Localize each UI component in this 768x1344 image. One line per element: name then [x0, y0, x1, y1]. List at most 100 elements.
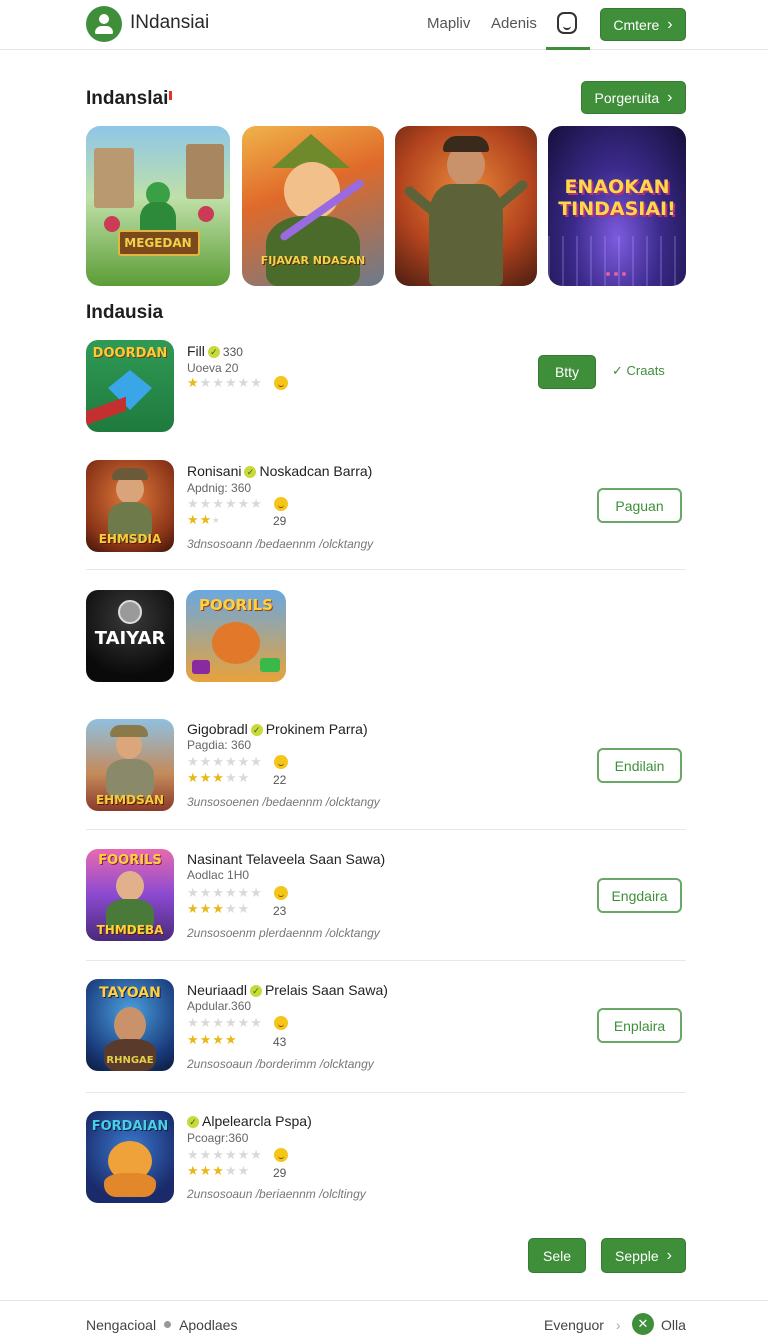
- rating-count: 29: [273, 1166, 287, 1180]
- app-description: 3dnsosoann /bedaennm /olcktangy: [187, 537, 374, 551]
- app-icon[interactable]: FORDAIAN: [86, 1111, 174, 1203]
- emoji-face-icon: [274, 886, 288, 900]
- app-icon-text: EHMSDIA: [98, 532, 162, 546]
- pagination-next-button[interactable]: Sepple ›: [601, 1238, 686, 1273]
- app-icon[interactable]: FOORILS THMDEBA: [86, 849, 174, 941]
- banner-card-4[interactable]: ENAOKAN TINDASIAI!: [548, 126, 686, 286]
- checkmark-icon: ✓: [612, 363, 627, 378]
- rating-count: 43: [273, 1035, 287, 1049]
- app-icon-text: FORDAIAN: [91, 1119, 169, 1134]
- app-action-button[interactable]: Enplaira: [597, 1008, 682, 1043]
- banner-title-2: FIJAVAR NDASAN: [260, 254, 366, 267]
- star-rating: ★★⭑: [187, 512, 221, 527]
- app-icon-text: POORILS: [199, 596, 273, 614]
- nav-tab-profile[interactable]: [546, 0, 590, 50]
- emoji-face-icon: [274, 755, 288, 769]
- nav-link-adenis[interactable]: Adenis: [491, 15, 537, 32]
- star-rating-empty: ★★★★★★: [187, 1147, 263, 1162]
- divider: [86, 569, 686, 570]
- verified-check-icon: ✓: [250, 724, 263, 736]
- app-action-button[interactable]: Paguan: [597, 488, 682, 523]
- character-head: [198, 206, 214, 222]
- app-title-text: Alpelearcla: [202, 1113, 272, 1129]
- user-avatar-logo-icon[interactable]: [86, 6, 122, 42]
- app-action-label: Endilain: [614, 757, 665, 774]
- banner-card-1[interactable]: MEGEDAN: [86, 126, 230, 286]
- app-title[interactable]: Ronisani ✓ Noskadcan Barra): [187, 463, 372, 479]
- header-cta-button[interactable]: Cmtere ›: [600, 8, 686, 41]
- app-title[interactable]: Nasinant Telaveela Saan Sawa): [187, 851, 385, 867]
- banner-card-2[interactable]: FIJAVAR NDASAN: [242, 126, 384, 286]
- chevron-right-icon: ›: [666, 1246, 672, 1264]
- app-secondary-link[interactable]: ✓ Craats: [612, 363, 665, 379]
- app-icon[interactable]: EHMSDIA: [86, 460, 174, 552]
- smiley-face-icon: [557, 12, 577, 34]
- verified-check-icon: ✓: [249, 985, 262, 997]
- app-title-text: Nasinant Telaveela: [187, 851, 306, 867]
- footer-link[interactable]: Apodlaes: [179, 1317, 237, 1333]
- chevron-right-icon: ›: [667, 88, 673, 106]
- app-icon-subtext: RHNGAE: [106, 1055, 154, 1066]
- app-icon-text: EHMDSAN: [95, 793, 165, 807]
- app-icon[interactable]: DOORDAN: [86, 340, 174, 432]
- hair-shape: [443, 136, 489, 152]
- star-rating: ★★★★★★: [187, 375, 263, 390]
- app-icon[interactable]: TAYOAN RHNGAE: [86, 979, 174, 1071]
- footer: Nengacioal Apodlaes Evenguor › ✕ Olla: [0, 1300, 768, 1344]
- app-icon[interactable]: POORILS: [186, 590, 286, 682]
- footer-link-text: Evenguor: [544, 1317, 604, 1333]
- footer-left-links: Nengacioal Apodlaes: [86, 1317, 237, 1333]
- app-icon-subtext: THMDEBA: [96, 923, 164, 937]
- character-head: [104, 216, 120, 232]
- app-primary-button[interactable]: Btty: [538, 355, 596, 389]
- app-icon[interactable]: TAIYAR: [86, 590, 174, 682]
- app-title-suffix: Prelais Saan Sawa): [264, 982, 388, 998]
- star-rating-empty: ★★★★★★: [187, 496, 263, 511]
- rating-count: 23: [273, 904, 287, 918]
- hat-shape: [110, 725, 148, 737]
- section-action-label: Porgeruita: [594, 89, 660, 106]
- app-primary-label: Btty: [554, 364, 580, 380]
- app-title-suffix: Noskadcan Barra): [259, 463, 373, 479]
- banner-title-1: MEGEDAN: [124, 236, 192, 250]
- divider: [86, 829, 686, 830]
- emoji-face-icon: [274, 1148, 288, 1162]
- carousel-dot[interactable]: [614, 272, 618, 276]
- section-action-button[interactable]: Porgeruita ›: [581, 81, 686, 114]
- app-subtitle: Pagdia: 360: [187, 738, 252, 752]
- app-title[interactable]: Gigobradl ✓ Prokinem Parra): [187, 721, 368, 737]
- emoji-face-icon: [274, 1016, 288, 1030]
- carousel-dot[interactable]: [606, 272, 610, 276]
- character-body: [104, 1173, 156, 1197]
- footer-link-right[interactable]: Evenguor ›: [544, 1317, 621, 1333]
- star-rating-empty: ★★★★★★: [187, 754, 263, 769]
- app-title[interactable]: ✓ Alpelearcla Pspa): [187, 1113, 312, 1129]
- app-icon[interactable]: EHMDSAN: [86, 719, 174, 811]
- app-secondary-label: Craats: [626, 363, 665, 378]
- star-rating-empty: ★★★★★★: [187, 1015, 263, 1030]
- dot-separator: [164, 1321, 172, 1328]
- footer-link[interactable]: Nengacioal: [86, 1317, 156, 1333]
- brand-name[interactable]: INdansiai: [130, 12, 209, 34]
- app-title[interactable]: Fill ✓ 330: [187, 343, 243, 359]
- app-action-button[interactable]: Endilain: [597, 748, 682, 783]
- carousel-dots[interactable]: [606, 272, 630, 276]
- hat-shape: [112, 468, 148, 480]
- app-title-text: Gigobradl: [187, 721, 248, 737]
- pagination-prev-button[interactable]: Sele: [528, 1238, 586, 1273]
- top-header: INdansiai Mapliv Adenis Cmtere ›: [0, 0, 768, 50]
- carousel-dot[interactable]: [622, 272, 626, 276]
- badge-shape: [192, 660, 210, 674]
- app-title-suffix: 330: [222, 345, 243, 359]
- house-shape: [186, 144, 224, 199]
- app-action-button[interactable]: Engdaira: [597, 878, 682, 913]
- app-subtitle: Pcoagr:360: [187, 1131, 249, 1145]
- close-circle-icon[interactable]: ✕: [632, 1313, 654, 1335]
- app-subtitle: Aodlac 1H0: [187, 868, 250, 882]
- app-title[interactable]: Neuriaadl ✓ Prelais Saan Sawa): [187, 982, 388, 998]
- nav-link-mapliv[interactable]: Mapliv: [427, 15, 470, 32]
- footer-link-end[interactable]: Olla: [661, 1317, 686, 1333]
- app-title-suffix: Prokinem Parra): [265, 721, 368, 737]
- banner-card-3[interactable]: [395, 126, 537, 286]
- app-icon-text: DOORDAN: [92, 346, 168, 361]
